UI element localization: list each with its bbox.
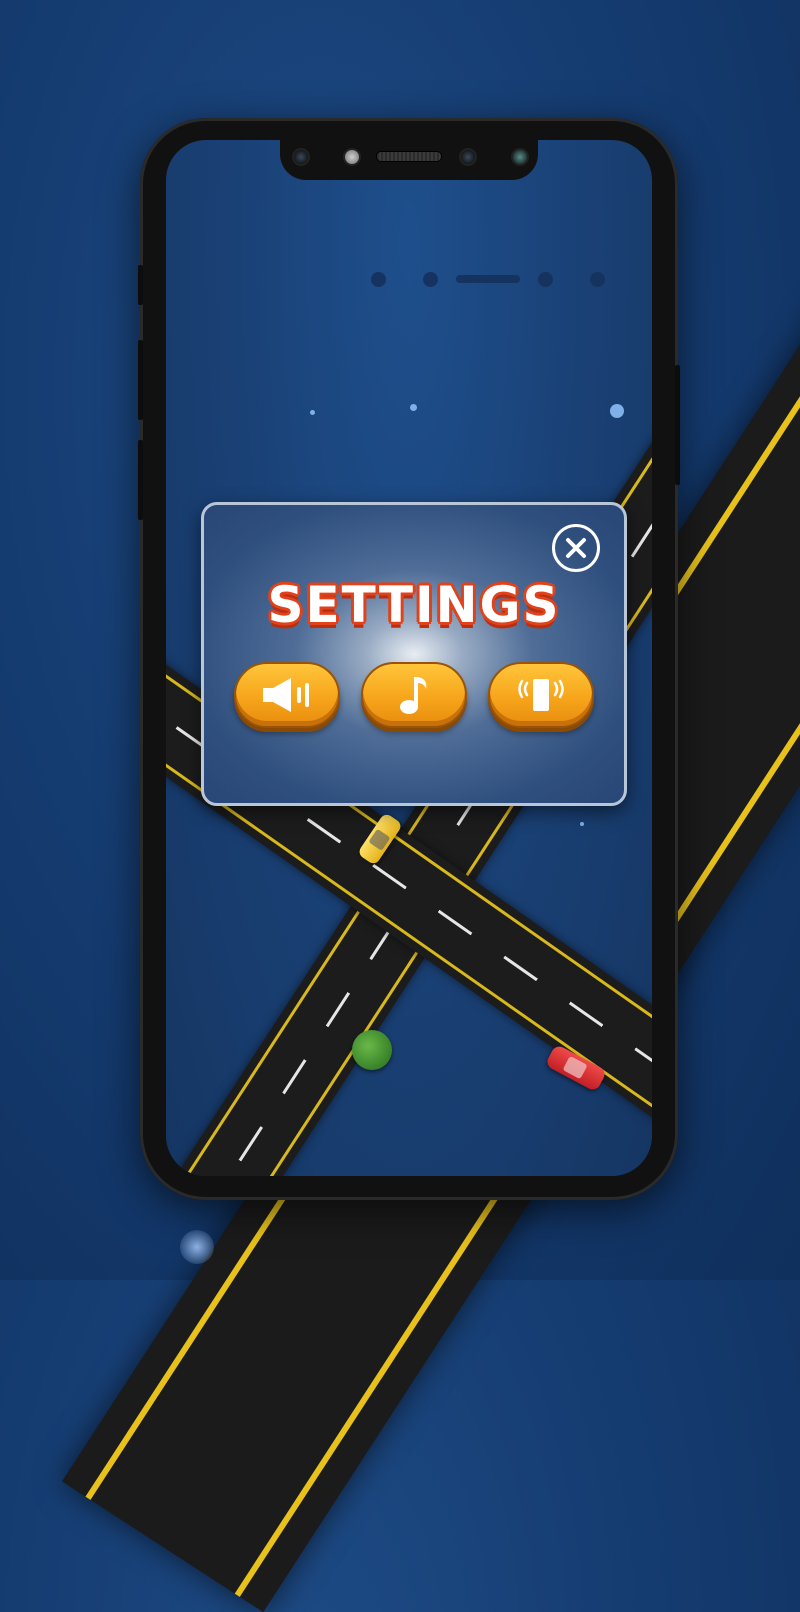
star (410, 404, 417, 411)
music-note-icon (400, 677, 427, 714)
background-glow-dot (180, 1230, 214, 1264)
earpiece-speaker (376, 151, 442, 162)
sound-button[interactable] (234, 662, 340, 728)
vibration-icon (518, 679, 564, 711)
progress-dot (371, 272, 386, 287)
phone-side-button (138, 340, 143, 420)
star (310, 410, 315, 415)
star (580, 822, 584, 826)
progress-bar (456, 275, 520, 283)
sensor-icon (343, 148, 361, 166)
music-button[interactable] (361, 662, 467, 728)
close-button[interactable] (552, 524, 600, 572)
sensor-icon (511, 148, 529, 166)
settings-title: SETTINGS (267, 576, 561, 634)
progress-dot (590, 272, 605, 287)
front-camera-icon (292, 148, 310, 166)
progress-dot (538, 272, 553, 287)
phone-side-button (138, 440, 143, 520)
tree-icon (352, 1030, 392, 1070)
speaker-icon (263, 678, 309, 712)
close-icon (566, 538, 586, 558)
star (610, 404, 624, 418)
progress-dot (423, 272, 438, 287)
front-camera-icon (459, 148, 477, 166)
phone-side-button (138, 265, 143, 305)
vibration-button[interactable] (488, 662, 594, 728)
phone-side-button (675, 365, 680, 485)
